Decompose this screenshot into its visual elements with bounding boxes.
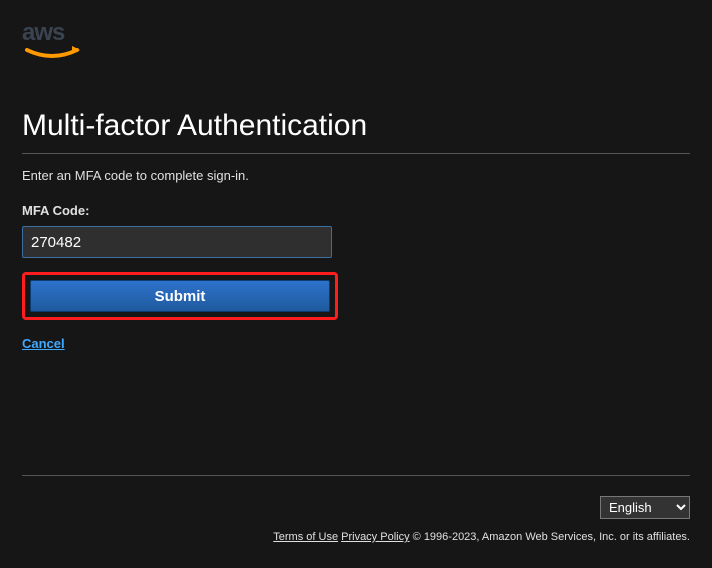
page-title: Multi-factor Authentication [22, 109, 690, 154]
submit-highlight-box: Submit [22, 272, 338, 320]
page-description: Enter an MFA code to complete sign-in. [22, 168, 690, 183]
main-content: Multi-factor Authentication Enter an MFA… [0, 79, 712, 353]
language-select[interactable]: English [600, 496, 690, 519]
logo-container: aws [0, 0, 712, 79]
privacy-policy-link[interactable]: Privacy Policy [341, 531, 409, 543]
copyright-text: © 1996-2023, Amazon Web Services, Inc. o… [413, 531, 690, 543]
footer-text: Terms of Use Privacy Policy © 1996-2023,… [22, 531, 690, 543]
terms-of-use-link[interactable]: Terms of Use [273, 531, 338, 543]
aws-logo: aws [22, 18, 102, 71]
svg-text:aws: aws [22, 19, 65, 46]
mfa-code-input[interactable] [22, 226, 332, 258]
submit-button[interactable]: Submit [30, 280, 330, 312]
cancel-link[interactable]: Cancel [22, 336, 65, 351]
footer: English Terms of Use Privacy Policy © 19… [22, 475, 690, 543]
mfa-code-label: MFA Code: [22, 203, 690, 218]
